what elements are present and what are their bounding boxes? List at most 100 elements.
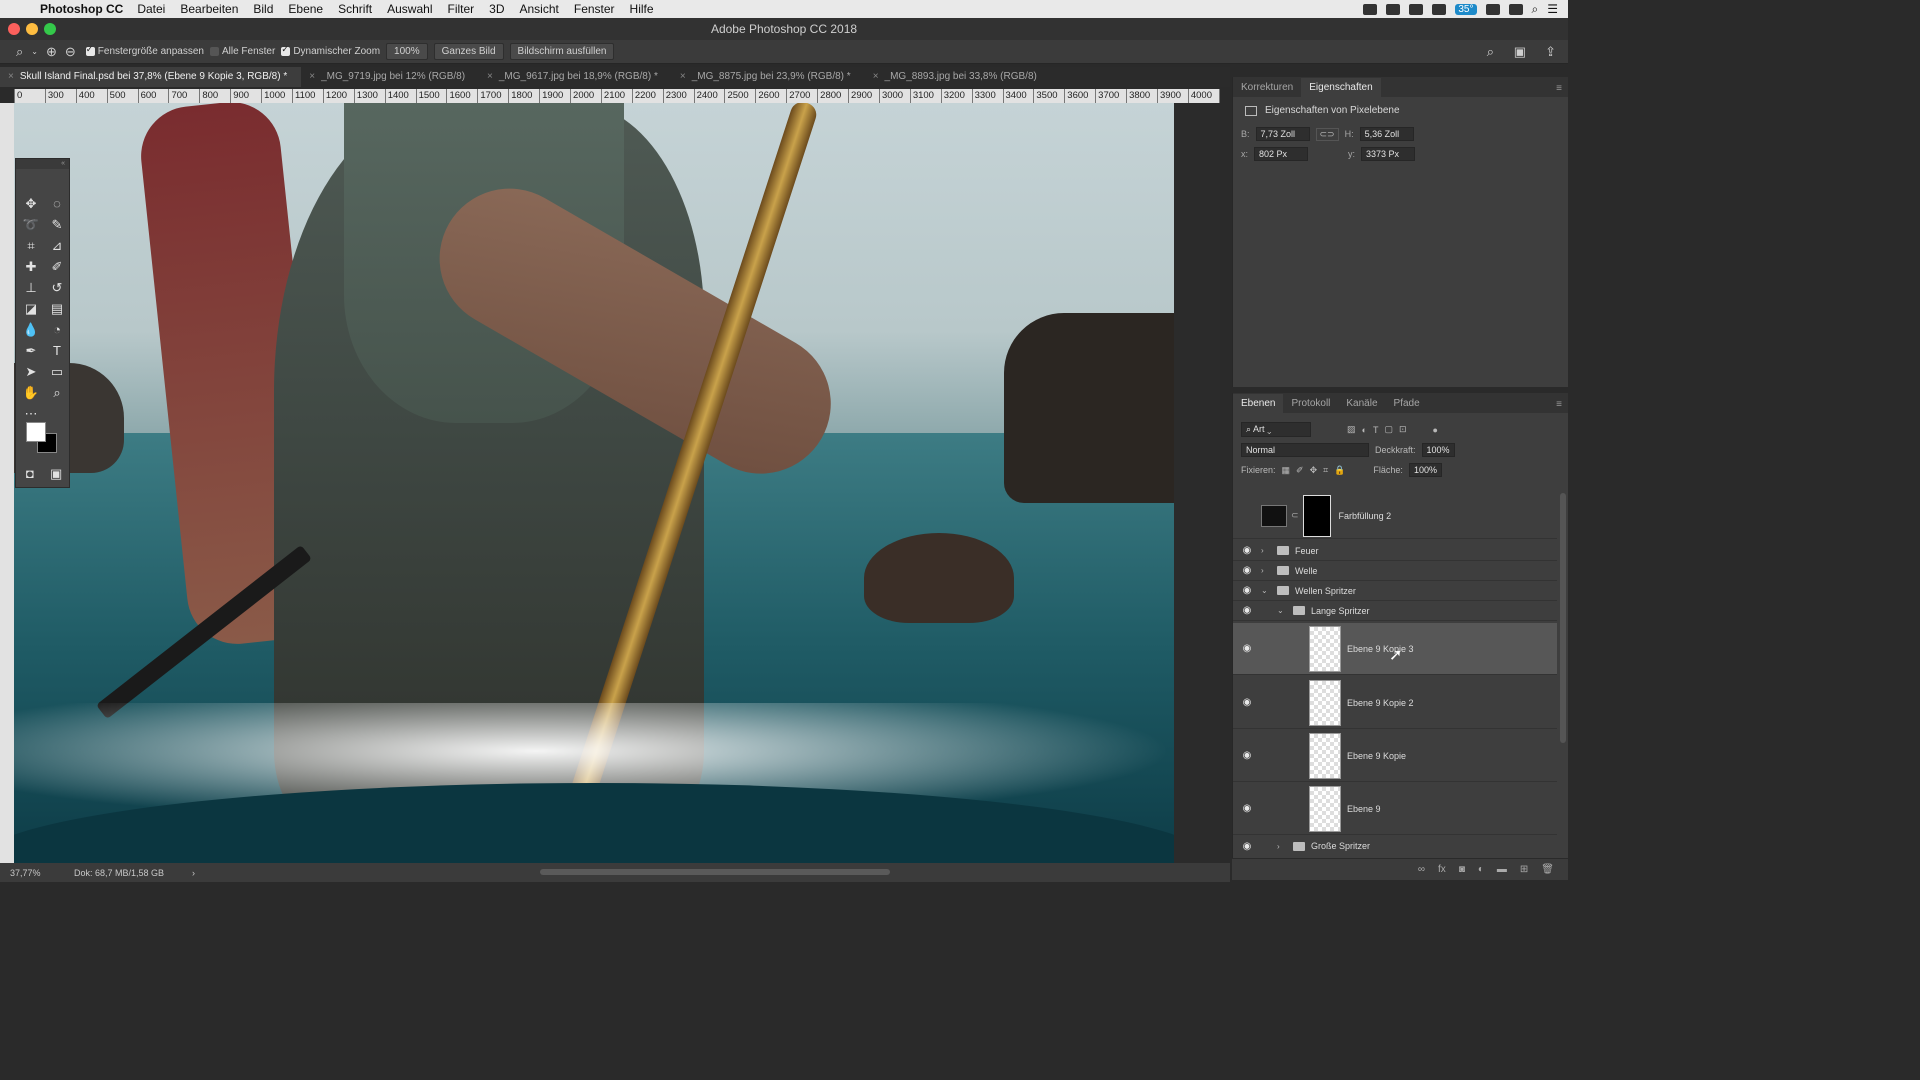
tab-ebenen[interactable]: Ebenen: [1233, 394, 1284, 413]
link-icon[interactable]: ⊂⊃: [1315, 127, 1339, 141]
panel-menu-icon[interactable]: ≡: [1556, 399, 1562, 410]
chevron-down-icon[interactable]: ⌄: [31, 47, 38, 56]
menu-hilfe[interactable]: Hilfe: [630, 2, 654, 16]
crop-tool-icon[interactable]: ⌗: [18, 235, 44, 256]
link-layers-icon[interactable]: ∞: [1418, 864, 1425, 875]
zoom-in-icon[interactable]: ⊕: [46, 44, 57, 60]
close-tab-icon[interactable]: ×: [680, 71, 686, 82]
dodge-tool-icon[interactable]: ◔: [44, 319, 70, 340]
share-icon[interactable]: ⇪: [1545, 44, 1556, 60]
lock-transparency-icon[interactable]: ▦: [1282, 465, 1291, 476]
horizontal-scrollbar[interactable]: [540, 869, 890, 875]
close-tab-icon[interactable]: ×: [487, 71, 493, 82]
all-windows-checkbox[interactable]: [209, 47, 219, 56]
eye-icon[interactable]: ◉: [1233, 585, 1261, 596]
filter-shape-icon[interactable]: ▢: [1384, 424, 1393, 435]
tab-protokoll[interactable]: Protokoll: [1283, 394, 1338, 413]
whole-image-button[interactable]: Ganzes Bild: [433, 43, 504, 60]
new-group-icon[interactable]: ▬: [1497, 864, 1507, 875]
temperature-badge[interactable]: 35°: [1455, 3, 1477, 15]
close-tab-icon[interactable]: ×: [873, 71, 879, 82]
add-mask-icon[interactable]: ◙: [1459, 864, 1465, 875]
menu-ebene[interactable]: Ebene: [288, 2, 323, 16]
close-tab-icon[interactable]: ×: [8, 71, 14, 82]
tab-korrekturen[interactable]: Korrekturen: [1233, 78, 1301, 97]
document-canvas[interactable]: [14, 103, 1174, 863]
eyedropper-tool-icon[interactable]: ⊿: [44, 235, 70, 256]
menu-auswahl[interactable]: Auswahl: [387, 2, 432, 16]
menu-filter[interactable]: Filter: [447, 2, 474, 16]
pasteboard[interactable]: [1174, 103, 1220, 863]
layer-row[interactable]: ◉ Ebene 9 Kopie: [1233, 730, 1557, 782]
minimize-window-button[interactable]: [26, 23, 38, 35]
lock-position-icon[interactable]: ✥: [1310, 465, 1318, 476]
mask-link-icon[interactable]: ⊂: [1291, 510, 1299, 521]
screen-mode-icon[interactable]: ▣: [50, 463, 62, 484]
gradient-tool-icon[interactable]: ▤: [44, 298, 70, 319]
eye-icon[interactable]: ◉: [1233, 565, 1261, 576]
expand-arrow-icon[interactable]: ›: [1277, 842, 1287, 851]
x-field[interactable]: 802 Px: [1254, 147, 1309, 161]
quick-mask-icon[interactable]: ◘: [26, 463, 34, 484]
tab-mg-9719[interactable]: × _MG_9719.jpg bei 12% (RGB/8): [301, 67, 479, 87]
fit-window-checkbox[interactable]: [85, 44, 95, 56]
fill-screen-button[interactable]: Bildschirm ausfüllen: [509, 43, 615, 60]
filter-pixel-icon[interactable]: ▨: [1347, 424, 1356, 435]
clone-stamp-icon[interactable]: ⊥: [18, 277, 44, 298]
evernote-icon[interactable]: [1432, 3, 1447, 15]
menu-schrift[interactable]: Schrift: [338, 2, 372, 16]
menu-bild[interactable]: Bild: [253, 2, 273, 16]
marquee-tool-icon[interactable]: ◌: [44, 193, 70, 214]
new-layer-icon[interactable]: ⊞: [1520, 864, 1528, 875]
close-window-button[interactable]: [8, 23, 20, 35]
workspace-icon[interactable]: ▣: [1514, 44, 1526, 60]
height-field[interactable]: 5,36 Zoll: [1359, 127, 1414, 141]
vertical-ruler[interactable]: [0, 103, 14, 863]
panel-menu-icon[interactable]: ≡: [1556, 83, 1562, 94]
tab-mg-9617[interactable]: × _MG_9617.jpg bei 18,9% (RGB/8) *: [479, 67, 672, 87]
healing-brush-icon[interactable]: ✚: [18, 256, 44, 277]
layers-scrollbar[interactable]: [1560, 493, 1566, 743]
battery-icon[interactable]: [1508, 3, 1523, 15]
fill-field[interactable]: 100%: [1408, 463, 1442, 477]
eye-icon[interactable]: ◉: [1233, 605, 1261, 616]
lock-pixels-icon[interactable]: ✐: [1296, 465, 1304, 476]
zoom-tool-icon[interactable]: ⌕: [44, 382, 70, 403]
type-tool-icon[interactable]: T: [44, 340, 70, 361]
opacity-field[interactable]: 100%: [1421, 443, 1455, 457]
filter-adjustment-icon[interactable]: ◐: [1362, 425, 1367, 435]
wifi-icon[interactable]: [1485, 3, 1500, 15]
layer-style-icon[interactable]: fx: [1438, 864, 1446, 875]
menu-ansicht[interactable]: Ansicht: [520, 2, 559, 16]
status-menu-icon[interactable]: ›: [192, 868, 195, 878]
eye-icon[interactable]: ◉: [1233, 803, 1261, 814]
layer-row[interactable]: ◉ Ebene 9 Kopie 2: [1233, 677, 1557, 729]
zoom-out-icon[interactable]: ⊖: [65, 44, 76, 60]
zoom-window-button[interactable]: [44, 23, 56, 35]
zoom-tool-icon[interactable]: ⌕: [16, 44, 23, 60]
menu-fenster[interactable]: Fenster: [574, 2, 615, 16]
history-brush-icon[interactable]: ↺: [44, 277, 70, 298]
menu-bearbeiten[interactable]: Bearbeiten: [180, 2, 238, 16]
tab-mg-8875[interactable]: × _MG_8875.jpg bei 23,9% (RGB/8) *: [672, 67, 865, 87]
toolbar-grip[interactable]: «: [16, 159, 69, 169]
eye-icon[interactable]: ◉: [1233, 545, 1261, 556]
layer-row[interactable]: ◉ › Welle: [1233, 561, 1557, 581]
tab-mg-8893[interactable]: × _MG_8893.jpg bei 33,8% (RGB/8): [865, 67, 1051, 87]
collapse-arrow-icon[interactable]: ⌄: [1277, 606, 1287, 615]
horizontal-ruler[interactable]: 0 300 400 500 600 700 800 900 1000 1100 1200 1300 14…: [14, 89, 1220, 103]
layer-filter-select[interactable]: ⌕ Art ⌄: [1241, 422, 1311, 437]
filter-toggle-icon[interactable]: ●: [1433, 425, 1438, 435]
tab-kanaele[interactable]: Kanäle: [1338, 394, 1385, 413]
filter-smart-object-icon[interactable]: ⊡: [1399, 424, 1407, 435]
menu-3d[interactable]: 3D: [489, 2, 504, 16]
zoom-level[interactable]: 37,77%: [10, 868, 74, 878]
tab-eigenschaften[interactable]: Eigenschaften: [1301, 78, 1381, 97]
tab-skull-island[interactable]: × Skull Island Final.psd bei 37,8% (Ebene…: [0, 67, 302, 87]
adjustment-layer-icon[interactable]: ◐: [1478, 864, 1484, 875]
width-field[interactable]: 7,73 Zoll: [1255, 127, 1310, 141]
eye-icon[interactable]: ◉: [1233, 841, 1261, 852]
layer-row[interactable]: ◉ ⌄ Wellen Spritzer: [1233, 581, 1557, 601]
dynamic-zoom-checkbox[interactable]: [281, 44, 291, 56]
lock-all-icon[interactable]: 🔒: [1334, 465, 1345, 476]
